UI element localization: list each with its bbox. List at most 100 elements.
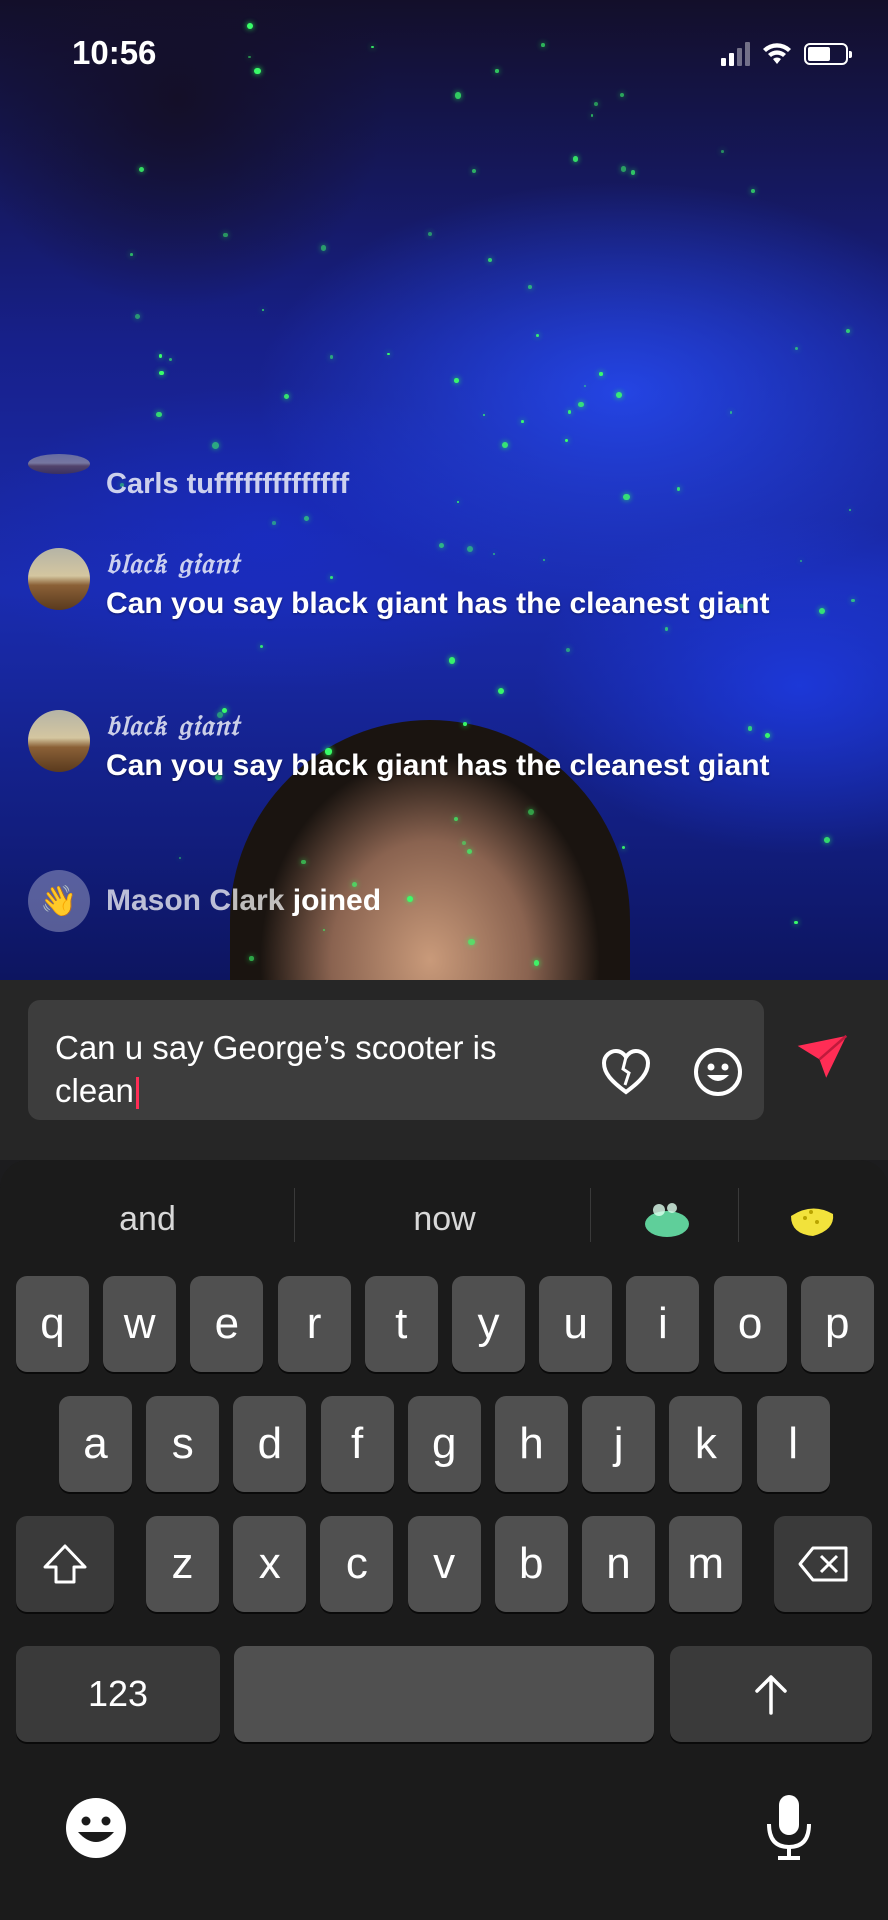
star-dot — [272, 521, 276, 525]
key-p[interactable]: p — [800, 1276, 874, 1372]
key-t[interactable]: t — [364, 1276, 438, 1372]
chat-username[interactable]: 𝔟𝔩𝔞𝔠𝔨 𝔤𝔦𝔞𝔫𝔱 — [106, 708, 240, 743]
chat-message: Carls tuffffffffffffff — [28, 454, 848, 512]
star-dot — [261, 308, 264, 311]
key-k[interactable]: k — [669, 1396, 743, 1492]
comment-bar: Can u say George’s scooter is clean — [0, 980, 888, 1160]
star-dot — [249, 956, 254, 961]
chat-message: 𝔟𝔩𝔞𝔠𝔨 𝔤𝔦𝔞𝔫𝔱 Can you say black giant has … — [28, 546, 848, 666]
key-n[interactable]: n — [582, 1516, 655, 1612]
star-dot — [329, 355, 334, 359]
star-dot — [845, 328, 851, 333]
key-i[interactable]: i — [626, 1276, 700, 1372]
send-key[interactable] — [670, 1646, 872, 1742]
star-dot — [178, 857, 182, 860]
star-dot — [247, 22, 254, 30]
numbers-key[interactable]: 123 — [16, 1646, 220, 1742]
star-dot — [567, 410, 572, 414]
suggestion-emoji-sponge[interactable] — [752, 1200, 872, 1249]
key-c[interactable]: c — [320, 1516, 394, 1612]
comment-input[interactable]: Can u say George’s scooter is clean — [28, 1000, 764, 1120]
star-dot — [750, 189, 755, 194]
star-dot — [565, 439, 568, 442]
comment-input-value: Can u say George’s scooter is clean — [55, 1029, 497, 1109]
key-y[interactable]: y — [452, 1276, 525, 1372]
comment-input-text[interactable]: Can u say George’s scooter is clean — [55, 1026, 575, 1112]
chat-text: Can you say black giant has the cleanest… — [106, 587, 770, 620]
star-dot — [471, 168, 477, 174]
star-dot — [248, 55, 251, 58]
keyboard: and now qwertyuiop asdfghjkl zxcvbnm 123 — [0, 1160, 888, 1920]
emoji-keyboard-icon[interactable] — [64, 1796, 128, 1865]
key-e[interactable]: e — [190, 1276, 264, 1372]
star-dot — [468, 938, 475, 946]
star-dot — [211, 442, 219, 449]
star-dot — [824, 837, 831, 844]
emoji-icon[interactable] — [692, 1046, 744, 1098]
star-dot — [301, 859, 306, 865]
join-text: joined — [292, 884, 382, 917]
microphone-icon[interactable] — [764, 1792, 814, 1867]
star-dot — [371, 46, 374, 49]
star-dot — [619, 92, 625, 98]
star-dot — [138, 166, 145, 173]
star-dot — [630, 170, 636, 175]
star-dot — [427, 232, 432, 236]
key-z[interactable]: z — [146, 1516, 219, 1612]
star-dot — [454, 378, 459, 384]
star-dot — [849, 508, 852, 511]
star-dot — [168, 357, 172, 362]
chat-message-join: 👋 Mason Clark joined — [28, 870, 848, 932]
key-q[interactable]: q — [16, 1276, 89, 1372]
status-icons — [721, 42, 852, 66]
star-dot — [850, 598, 855, 603]
space-key[interactable] — [234, 1646, 654, 1742]
key-v[interactable]: v — [407, 1516, 481, 1612]
avatar[interactable] — [28, 548, 90, 610]
heart-icon[interactable] — [600, 1046, 652, 1098]
delete-key[interactable] — [774, 1516, 872, 1612]
star-dot — [590, 114, 594, 117]
suggestion-2[interactable]: now — [312, 1200, 577, 1239]
join-username[interactable]: Mason Clark — [106, 884, 284, 917]
key-d[interactable]: d — [233, 1396, 307, 1492]
shift-key[interactable] — [16, 1516, 114, 1612]
key-j[interactable]: j — [582, 1396, 656, 1492]
star-dot — [158, 354, 163, 358]
key-s[interactable]: s — [146, 1396, 220, 1492]
key-u[interactable]: u — [539, 1276, 613, 1372]
star-dot — [795, 347, 799, 351]
star-dot — [541, 42, 546, 47]
star-dot — [615, 391, 622, 398]
star-dot — [729, 411, 733, 414]
key-h[interactable]: h — [495, 1396, 568, 1492]
chat-text: Can you say black giant has the cleanest… — [106, 749, 770, 782]
send-icon[interactable] — [796, 1030, 848, 1082]
chat-username[interactable]: 𝔟𝔩𝔞𝔠𝔨 𝔤𝔦𝔞𝔫𝔱 — [106, 546, 240, 581]
key-w[interactable]: w — [103, 1276, 177, 1372]
key-o[interactable]: o — [713, 1276, 787, 1372]
key-a[interactable]: a — [59, 1396, 132, 1492]
key-b[interactable]: b — [494, 1516, 568, 1612]
avatar[interactable] — [28, 710, 90, 772]
star-dot — [720, 149, 724, 153]
star-dot — [387, 352, 390, 355]
suggestion-1[interactable]: and — [20, 1200, 275, 1239]
avatar — [28, 454, 90, 474]
star-dot — [488, 258, 493, 263]
star-dot — [223, 232, 228, 237]
battery-icon — [804, 43, 852, 65]
key-x[interactable]: x — [233, 1516, 307, 1612]
key-g[interactable]: g — [407, 1396, 481, 1492]
join-line: Mason Clark joined — [106, 884, 381, 918]
text-caret — [135, 1077, 139, 1110]
star-dot — [621, 846, 625, 850]
signal-icon — [721, 42, 750, 66]
key-l[interactable]: l — [756, 1396, 830, 1492]
key-r[interactable]: r — [277, 1276, 351, 1372]
suggestion-emoji-soap[interactable] — [604, 1200, 730, 1249]
star-dot — [578, 401, 585, 408]
key-f[interactable]: f — [320, 1396, 394, 1492]
key-m[interactable]: m — [669, 1516, 743, 1612]
suggestion-divider — [590, 1188, 591, 1242]
